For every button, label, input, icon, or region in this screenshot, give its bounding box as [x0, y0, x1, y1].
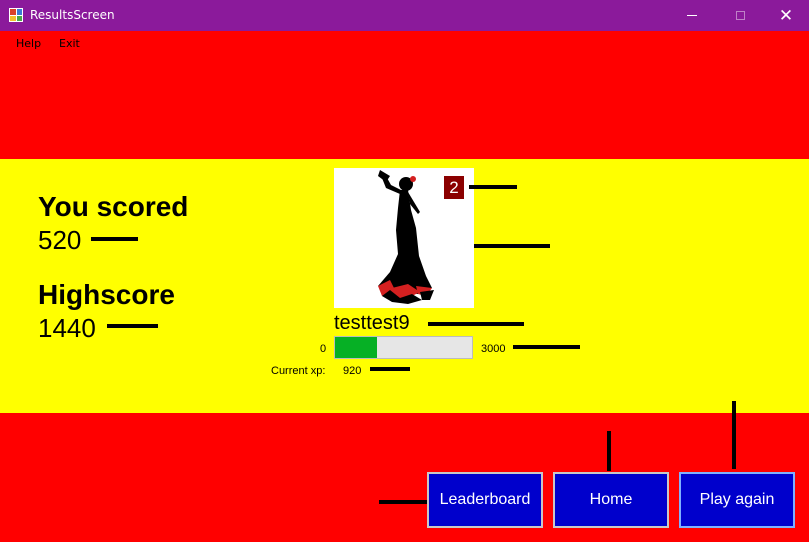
- score-label: You scored: [38, 191, 189, 222]
- menu-bar: Help Exit: [0, 31, 809, 53]
- minimize-button[interactable]: [669, 0, 715, 31]
- home-button[interactable]: Home: [553, 472, 669, 528]
- score-value: 520: [38, 225, 82, 255]
- xp-max-label: 3000: [481, 343, 506, 355]
- close-button[interactable]: ✕: [763, 0, 809, 31]
- maximize-icon: [735, 11, 745, 20]
- xp-indicator-line: [513, 345, 580, 349]
- window-title: ResultsScreen: [30, 8, 115, 22]
- current-xp-indicator-line: [370, 367, 410, 371]
- current-xp-value: 920: [343, 365, 362, 377]
- level-badge: 2: [444, 176, 464, 199]
- title-bar: ResultsScreen ✕: [0, 0, 809, 31]
- minimize-icon: [687, 15, 697, 16]
- maximize-button[interactable]: [717, 0, 763, 31]
- xp-progress-bar: [334, 336, 473, 359]
- home-indicator-line: [607, 431, 611, 471]
- username-indicator-line: [428, 322, 524, 326]
- app-icon: [9, 8, 23, 22]
- menu-item-help[interactable]: Help: [16, 37, 41, 50]
- score-indicator-line: [91, 237, 138, 241]
- current-xp-label: Current xp:: [271, 365, 326, 377]
- play-again-indicator-line: [732, 401, 736, 469]
- close-icon: ✕: [778, 5, 794, 26]
- avatar-indicator-line: [474, 244, 550, 248]
- leaderboard-button[interactable]: Leaderboard: [427, 472, 543, 528]
- leaderboard-indicator-line: [379, 500, 427, 504]
- highscore-indicator-line: [107, 324, 158, 328]
- menu-item-exit[interactable]: Exit: [59, 37, 80, 50]
- level-indicator-line: [469, 185, 517, 189]
- play-again-button[interactable]: Play again: [679, 472, 795, 528]
- highscore-label: Highscore: [38, 279, 175, 310]
- xp-progress-fill: [335, 337, 378, 358]
- username: testtest9: [334, 312, 410, 334]
- xp-min-label: 0: [320, 343, 327, 355]
- highscore-value: 1440: [38, 313, 96, 343]
